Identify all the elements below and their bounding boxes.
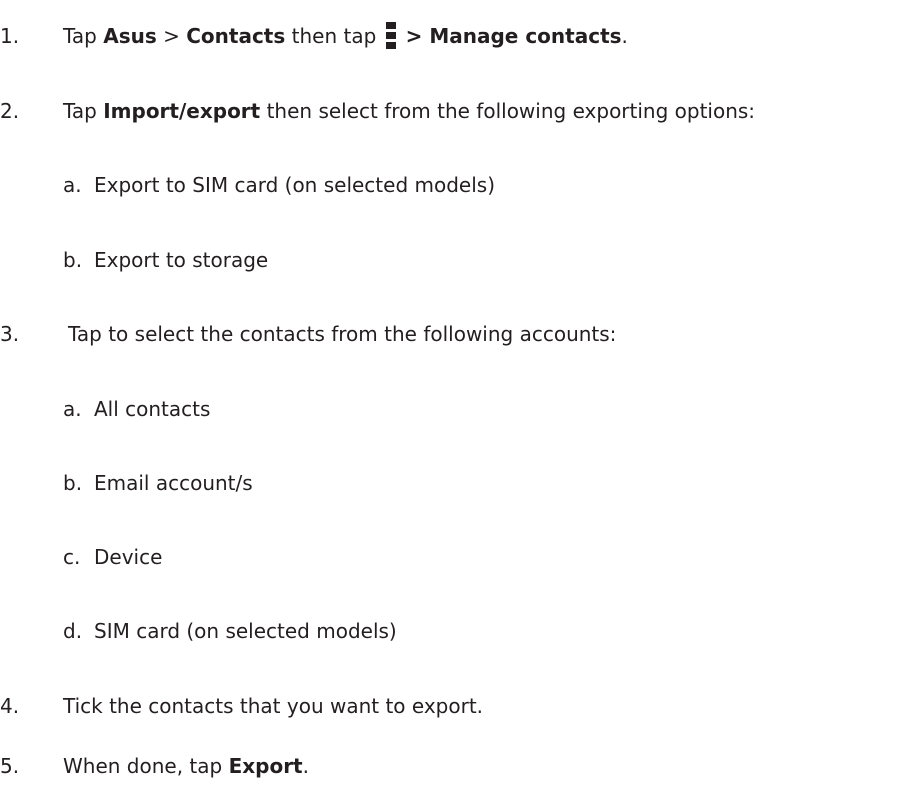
step-text: Tap Asus > Contacts then tap > Manage co…	[63, 22, 628, 50]
option-letter: d.	[63, 619, 83, 643]
option-letter: b.	[63, 248, 83, 272]
step-text: Tick the contacts that you want to expor…	[63, 694, 484, 718]
app-name: Asus	[103, 24, 157, 48]
option-letter: a.	[63, 397, 82, 421]
step-number: 1.	[0, 24, 20, 48]
step-text: Tap to select the contacts from the foll…	[68, 322, 617, 346]
option-letter: b.	[63, 471, 83, 495]
option-text: SIM card (on selected models)	[94, 619, 397, 643]
step-text: Tap Import/export then select from the f…	[63, 99, 756, 123]
app-name: Contacts	[186, 24, 286, 48]
menu-item-name: > Manage contacts	[398, 24, 622, 48]
option-text: Export to SIM card (on selected models)	[94, 173, 495, 197]
step-number: 5.	[0, 754, 20, 778]
step-number: 4.	[0, 694, 20, 718]
option-text: Export to storage	[94, 248, 269, 272]
step-number: 3.	[0, 322, 20, 346]
step-text: When done, tap Export.	[63, 754, 309, 778]
option-text: Email account/s	[94, 471, 253, 495]
option-text: All contacts	[94, 397, 211, 421]
option-letter: c.	[63, 545, 81, 569]
option-text: Device	[94, 545, 163, 569]
step-number: 2.	[0, 99, 20, 123]
option-letter: a.	[63, 173, 82, 197]
option-name: Import/export	[103, 99, 261, 123]
menu-icon	[385, 22, 397, 50]
instructions-page: 1. Tap Asus > Contacts then tap > Manage…	[0, 0, 909, 787]
button-name: Export	[228, 754, 303, 778]
